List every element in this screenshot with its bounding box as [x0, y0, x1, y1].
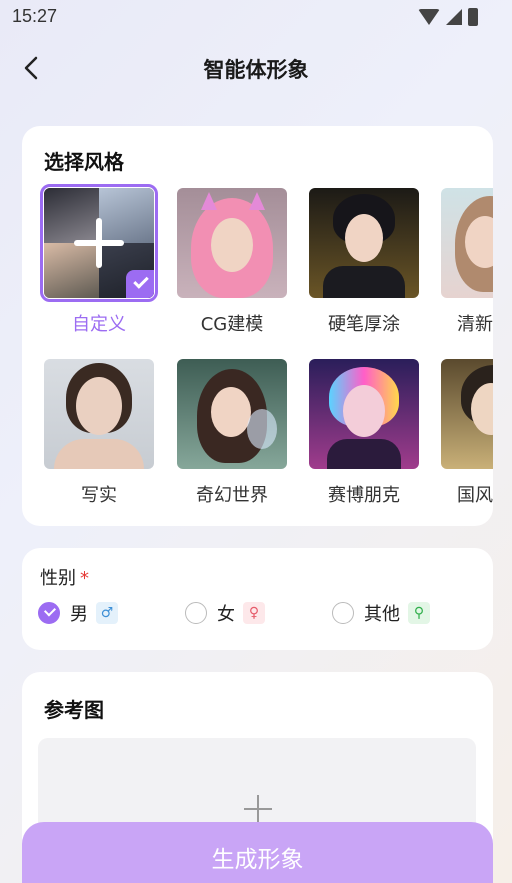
gender-title-text: 性别 [40, 568, 76, 589]
style-label: 写实 [81, 485, 117, 506]
thick-paint-style-thumbnail [309, 188, 419, 298]
male-symbol-icon: ♂ [96, 602, 118, 624]
style-label: 硬笔厚涂 [328, 314, 400, 335]
gender-option-female[interactable]: 女 ♀ [185, 600, 265, 626]
page-title: 智能体形象 [203, 58, 309, 82]
radio-unchecked-icon[interactable] [332, 602, 354, 624]
style-section-title: 选择风格 [44, 150, 124, 174]
custom-collage-thumbnail [40, 184, 158, 302]
status-icons [418, 8, 478, 26]
style-tile-fantasy[interactable]: 奇幻世界 [177, 359, 287, 507]
gender-option-male[interactable]: 男 ♂ [38, 600, 118, 626]
fresh-style-thumbnail [441, 188, 493, 298]
gender-option-other[interactable]: 其他 ⚲ [332, 600, 430, 626]
style-label: 自定义 [72, 314, 126, 335]
style-tile-fresh[interactable]: 清新 [441, 188, 493, 336]
nav-bar: 智能体形象 [0, 40, 512, 96]
status-time: 15:27 [12, 6, 58, 26]
required-mark: * [80, 568, 89, 589]
status-bar: 15:27 [0, 0, 512, 34]
style-label: 国风 [457, 485, 493, 506]
style-tile-realistic[interactable]: 写实 [44, 359, 154, 507]
gender-label: 其他 [364, 604, 400, 625]
style-label: CG建模 [200, 314, 264, 335]
style-label: 清新 [457, 314, 493, 335]
gender-label: 男 [70, 604, 88, 625]
battery-icon [468, 8, 478, 26]
generate-button[interactable]: 生成形象 [22, 822, 493, 883]
reference-section-title: 参考图 [44, 698, 104, 722]
cg-style-thumbnail [177, 188, 287, 298]
cyberpunk-style-thumbnail [309, 359, 419, 469]
selected-check-icon [126, 270, 154, 298]
style-card: 选择风格 自定义 CG建模 硬笔厚涂 清新 写实 奇幻世界 赛博朋克 国风 [22, 126, 493, 526]
style-label: 奇幻世界 [196, 485, 268, 506]
signal-icon [446, 9, 462, 25]
wifi-icon [418, 9, 440, 25]
guofeng-style-thumbnail [441, 359, 493, 469]
realistic-style-thumbnail [44, 359, 154, 469]
style-tile-custom[interactable]: 自定义 [40, 184, 158, 336]
radio-unchecked-icon[interactable] [185, 602, 207, 624]
female-symbol-icon: ♀ [243, 602, 265, 624]
style-tile-guofeng[interactable]: 国风 [441, 359, 493, 507]
gender-section-title: 性别 * [40, 564, 89, 590]
radio-checked-icon[interactable] [38, 602, 60, 624]
fantasy-style-thumbnail [177, 359, 287, 469]
gender-card: 性别 * 男 ♂ 女 ♀ 其他 ⚲ [22, 548, 493, 650]
style-tile-cyberpunk[interactable]: 赛博朋克 [309, 359, 419, 507]
style-tile-cg[interactable]: CG建模 [177, 188, 287, 336]
style-label: 赛博朋克 [328, 485, 400, 506]
style-tile-thick-paint[interactable]: 硬笔厚涂 [309, 188, 419, 336]
gender-label: 女 [217, 604, 235, 625]
neutral-symbol-icon: ⚲ [408, 602, 430, 624]
